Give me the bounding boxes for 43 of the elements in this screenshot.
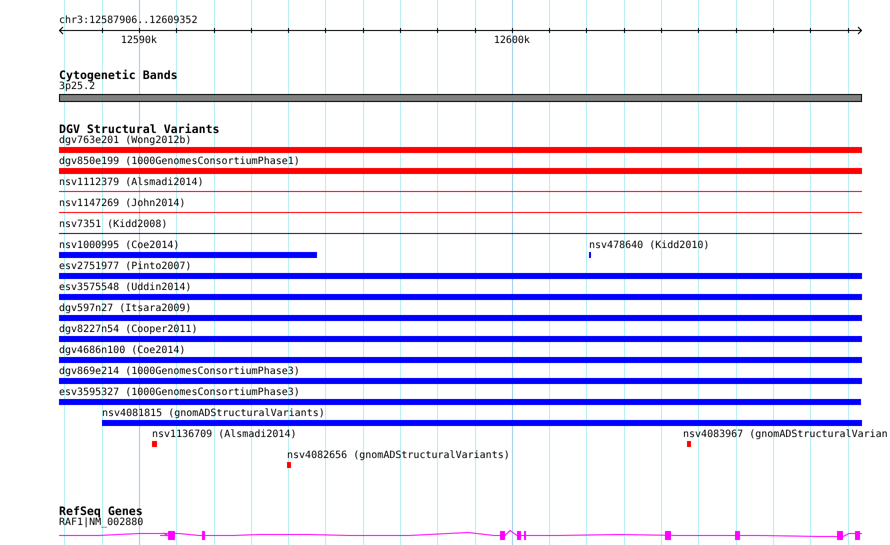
variant-label[interactable]: nsv4081815 (gnomADStructuralVariants) [102,408,325,419]
variant-label[interactable]: nsv478640 (Kidd2010) [589,240,710,251]
variant-bar[interactable] [287,462,291,468]
region-label: chr3:12587906..12609352 [59,15,198,26]
variant-label[interactable]: dgv763e201 (Wong2012b) [59,135,192,146]
variant-bar[interactable] [59,336,862,342]
variant-bar[interactable] [59,273,862,279]
variant-label[interactable]: nsv4082656 (gnomADStructuralVariants) [287,450,510,461]
variant-bar[interactable] [687,441,691,447]
variant-bar[interactable] [59,399,861,405]
variant-label[interactable]: dgv869e214 (1000GenomesConsortiumPhase3) [59,366,300,377]
gene-label[interactable]: RAF1|NM_002880 [59,517,144,528]
track-title: Cytogenetic Bands [59,69,178,81]
variant-bar[interactable] [59,252,317,258]
variant-label[interactable]: nsv1147269 (John2014) [59,198,186,209]
variant-bar[interactable] [59,168,862,174]
track-title: RefSeq Genes [59,505,143,517]
variant-label[interactable]: dgv4686n100 (Coe2014) [59,345,186,356]
variant-label[interactable]: dgv8227n54 (Cooper2011) [59,324,198,335]
tick-label: 12600k [494,35,530,46]
variant-bar[interactable] [59,378,862,384]
track-title: DGV Structural Variants [59,123,220,135]
variant-label[interactable]: nsv7351 (Kidd2008) [59,219,168,230]
band-label: 3p25.2 [59,81,96,92]
variant-label[interactable]: nsv1136709 (Alsmadi2014) [152,429,296,440]
variant-label[interactable]: esv3595327 (1000GenomesConsortiumPhase3) [59,387,300,398]
variant-bar[interactable] [59,315,862,321]
variant-bar[interactable] [102,420,862,426]
variant-line[interactable] [59,191,862,192]
variant-bar[interactable] [59,357,862,363]
tick-label: 12590k [120,35,157,46]
variant-label[interactable]: nsv1112379 (Alsmadi2014) [59,177,204,188]
variant-label[interactable]: nsv4083967 (gnomADStructuralVarian [683,429,888,440]
variant-label[interactable]: dgv850e199 (1000GenomesConsortiumPhase1) [59,156,300,167]
variant-label[interactable]: esv3575548 (Uddin2014) [59,282,192,293]
variant-bar[interactable] [152,441,157,447]
variant-label[interactable]: dgv597n27 (Itsara2009) [59,303,192,314]
variant-line[interactable] [59,212,862,213]
variant-line[interactable] [59,233,862,234]
variant-label[interactable]: esv2751977 (Pinto2007) [59,261,192,272]
variant-bar[interactable] [59,147,862,153]
variant-bar[interactable] [59,294,862,300]
variant-label[interactable]: nsv1000995 (Coe2014) [59,240,180,251]
